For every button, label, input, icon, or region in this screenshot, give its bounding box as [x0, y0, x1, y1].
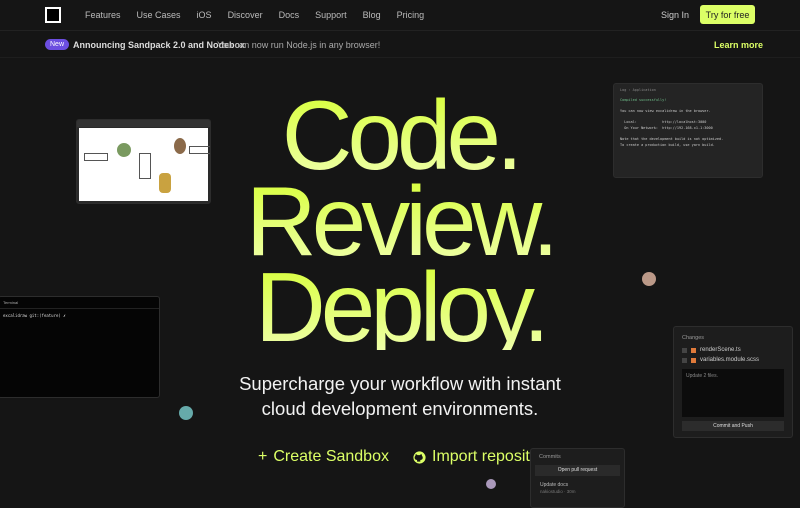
file-icon: [691, 357, 696, 363]
commits-panel: Commits Open pull request Update docs na…: [530, 448, 625, 508]
learn-more-link[interactable]: Learn more: [714, 40, 763, 50]
pineapple-image: [159, 173, 171, 193]
top-nav: Features Use Cases iOS Discover Docs Sup…: [0, 0, 800, 31]
checkbox[interactable]: [682, 347, 687, 353]
create-sandbox-label: Create Sandbox: [273, 448, 389, 465]
terminal-prompt[interactable]: excalidraw git:(feature) ✗: [0, 309, 159, 322]
hero-headline: Code. Review. Deploy.: [150, 86, 650, 356]
changes-panel: Changes renderScene.ts variables.module.…: [673, 326, 793, 438]
nav-features[interactable]: Features: [85, 10, 121, 20]
nav-support[interactable]: Support: [315, 10, 347, 20]
create-sandbox-button[interactable]: + Create Sandbox: [258, 448, 389, 466]
headline-deploy: Deploy.: [150, 258, 650, 356]
file-icon: [691, 347, 696, 353]
terminal-panel: Terminal excalidraw git:(feature) ✗: [0, 296, 160, 398]
commits-title: Commits: [539, 454, 561, 460]
text-box: [189, 146, 210, 154]
nav-docs[interactable]: Docs: [279, 10, 300, 20]
new-badge: New: [45, 39, 70, 50]
sign-in-link[interactable]: Sign In: [661, 10, 689, 20]
changed-file[interactable]: renderScene.ts: [674, 345, 792, 355]
announcement-bar: New Announcing Sandpack 2.0 and Nodebox …: [0, 32, 800, 58]
plus-icon: +: [258, 448, 268, 465]
collaborator-avatar: [486, 479, 496, 489]
announcement-subtitle: You can now run Node.js in any browser!: [217, 40, 381, 50]
log-panel: Log › Application Compiled successfully!…: [613, 83, 763, 178]
changed-file[interactable]: variables.module.scss: [674, 355, 792, 365]
collaborator-avatar: [179, 406, 193, 420]
commit-author: nakiostudio · 30m: [540, 489, 576, 494]
whiteboard-preview: [76, 119, 211, 204]
file-name: variables.module.scss: [700, 357, 760, 363]
canvas-area: [79, 128, 210, 201]
nav-ios[interactable]: iOS: [197, 10, 212, 20]
terminal-title: Terminal: [0, 297, 159, 309]
try-for-free-button[interactable]: Try for free: [700, 5, 755, 24]
open-pull-request-button[interactable]: Open pull request: [535, 465, 620, 476]
log-output: Compiled successfully! You can now view …: [614, 96, 762, 150]
commit-item[interactable]: Update docs: [531, 476, 624, 489]
commit-message-input[interactable]: Update 2 files.: [682, 369, 784, 417]
commit-and-push-button[interactable]: Commit and Push: [682, 421, 784, 431]
plant-pot-image: [174, 138, 186, 154]
nav-blog[interactable]: Blog: [363, 10, 381, 20]
checkbox[interactable]: [682, 357, 687, 363]
nav-use-cases[interactable]: Use Cases: [137, 10, 181, 20]
collaborator-avatar: [642, 272, 656, 286]
nav-links: Features Use Cases iOS Discover Docs Sup…: [85, 10, 424, 20]
rectangle-shape: [139, 153, 151, 179]
nav-discover[interactable]: Discover: [228, 10, 263, 20]
github-icon: [413, 450, 426, 464]
browser-bar: [77, 120, 210, 127]
nav-pricing[interactable]: Pricing: [397, 10, 425, 20]
log-title: Log › Application: [620, 88, 656, 92]
log-line: To create a production build, use yarn b…: [620, 142, 715, 147]
plant-image: [117, 143, 131, 157]
changes-title: Changes: [682, 335, 705, 341]
file-name: renderScene.ts: [700, 347, 741, 353]
sticky-note: [84, 153, 108, 161]
codesandbox-logo[interactable]: [45, 7, 61, 23]
